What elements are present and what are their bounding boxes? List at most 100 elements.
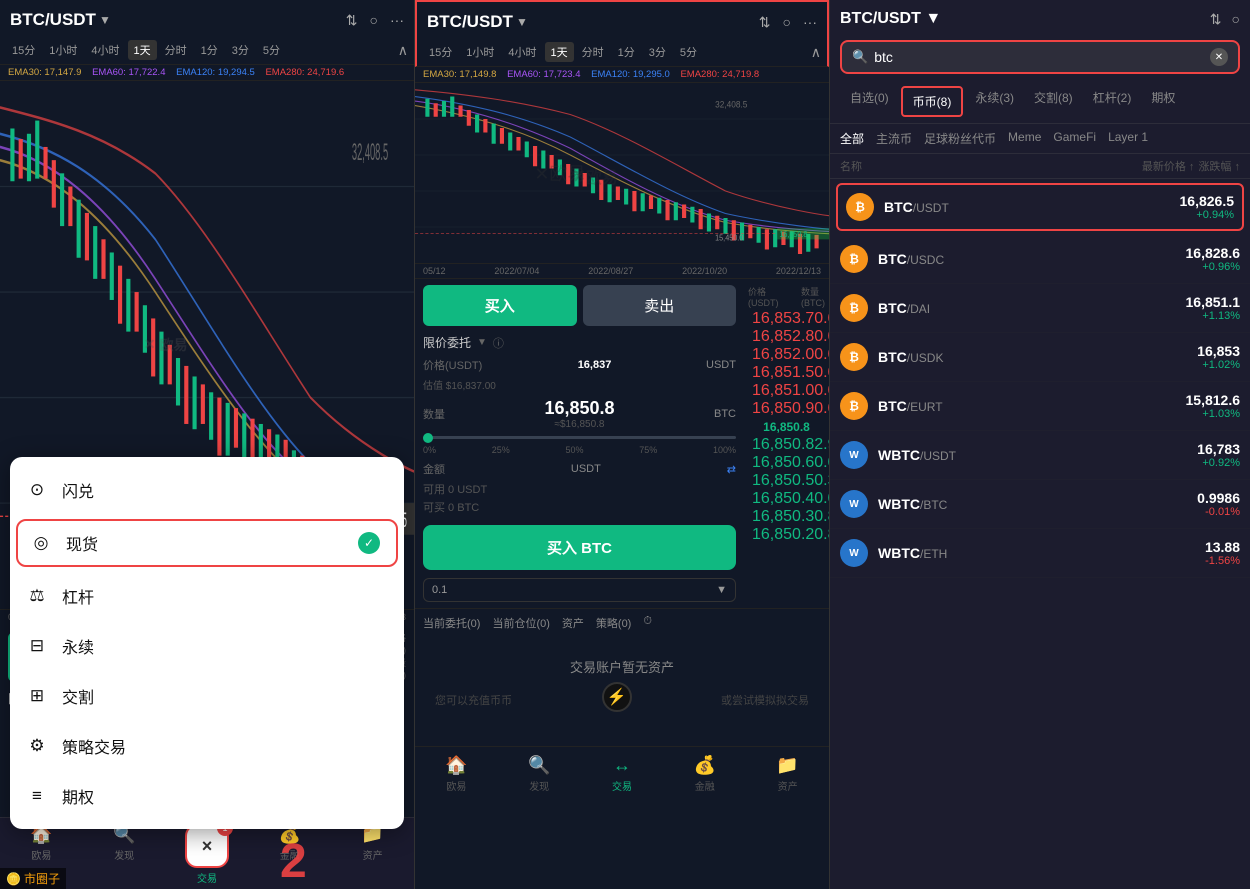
nav-trade-1[interactable]: × 1 交易 [166,824,249,885]
pair-title-1[interactable]: BTC/USDT ▼ [10,10,111,30]
nav-finance-label-1: 金融 [280,847,300,862]
asset-row-btc-eurt[interactable]: ₿ BTC/EURT 15,812.6 +1.03% [830,382,1250,431]
search-clear-btn[interactable]: ✕ [1210,48,1228,66]
p2-nav-discover[interactable]: 🔍 发现 [498,755,581,793]
sub-cat-all[interactable]: 全部 [840,130,864,147]
tf-more[interactable]: ∧ [398,42,408,59]
asset-row-btc-usdc[interactable]: ₿ BTC/USDC 16,828.6 +0.96% [830,235,1250,284]
header-1: BTC/USDT ▼ ⇅ ○ ··· [0,0,414,36]
tf-1m-2[interactable]: 1分 [612,42,641,62]
tf-1h[interactable]: 1小时 [43,40,83,60]
dropdown-flash[interactable]: ⊙ 闪兑 [10,465,404,515]
tab-timer-icon[interactable]: ⏱ [643,615,652,631]
p2-assets-label: 资产 [778,778,798,793]
lot-selector[interactable]: 0.1 ▼ [423,578,736,602]
p3-transfer-icon[interactable]: ⇅ [1210,11,1222,28]
sell-btn-2[interactable]: 卖出 [583,285,737,326]
dropdown-margin[interactable]: ⚖ 杠杆 [10,571,404,621]
exchange-button[interactable]: × 1 [185,824,229,868]
btc-usdt-change: +0.94% [1180,209,1235,221]
nav-finance-1[interactable]: 💰 金融 [248,824,331,885]
qty-field-2: 数量 16,850.8 ≈$16,850.8 BTC [423,398,736,430]
tf-15m[interactable]: 15分 [6,40,41,60]
tf-4h[interactable]: 4小时 [85,40,125,60]
asset-row-btc-usdk[interactable]: ₿ BTC/USDK 16,853 +1.02% [830,333,1250,382]
tab-assets[interactable]: 资产 [562,615,584,631]
dropdown-options[interactable]: ≡ 期权 [10,771,404,821]
more-icon-1[interactable]: ··· [390,12,404,28]
dropdown-spot[interactable]: ◎ 现货 ✓ [16,519,398,567]
asset-row-wbtc-usdt[interactable]: W WBTC/USDT 16,783 +0.92% [830,431,1250,480]
p2-nav-home[interactable]: 🏠 欧易 [415,755,498,793]
sub-cat-layer1[interactable]: Layer 1 [1108,130,1148,147]
cat-tab-options[interactable]: 期权 [1141,84,1185,119]
shiquan-logo: 🪙 市圈子 [0,868,66,889]
sub-cat-meme[interactable]: Meme [1008,130,1041,147]
p2-nav-trade[interactable]: ↔ 交易 [581,755,664,793]
nav-assets-1[interactable]: 📁 资产 [331,824,414,885]
asset-row-btc-dai[interactable]: ₿ BTC/DAI 16,851.1 +1.13% [830,284,1250,333]
sub-cat-football[interactable]: 足球粉丝代币 [924,130,996,147]
more-icon-2[interactable]: ··· [803,14,817,30]
btc-dai-change: +1.13% [1186,310,1241,322]
cat-tab-margin[interactable]: 杠杆(2) [1083,84,1142,119]
close-icon-1: × [202,836,213,857]
pair-title-2[interactable]: BTC/USDT ▼ [427,12,528,32]
mid-price-2: 16,850.8 [748,418,825,436]
dropdown-perpetual[interactable]: ⊟ 永续 [10,621,404,671]
swap-icon[interactable]: ⚡ [602,682,632,712]
circle-icon-1[interactable]: ○ [370,12,378,28]
tf-3m[interactable]: 3分 [226,40,255,60]
order-type-arrow-2: ▼ [477,337,487,348]
svg-text:15,450.0: 15,450.0 [715,233,743,242]
dropdown-strategy[interactable]: ⚙ 策略交易 [10,721,404,771]
btc-base: BTC [884,199,913,215]
asset-row-wbtc-eth[interactable]: W WBTC/ETH 13.88 -1.56% [830,529,1250,578]
cat-tab-delivery[interactable]: 交割(8) [1024,84,1083,119]
tf-15m-2[interactable]: 15分 [423,42,458,62]
tf-5m[interactable]: 5分 [257,40,286,60]
nav-home-label-1: 欧易 [31,847,51,862]
p2-nav-assets[interactable]: 📁 资产 [746,755,829,793]
cat-tab-watchlist[interactable]: 自选(0) [840,84,899,119]
order-type-label-2[interactable]: 限价委托 [423,334,471,351]
tf-ft-2[interactable]: 分时 [576,42,610,62]
tab-current-positions[interactable]: 当前仓位(0) [492,615,549,631]
search-input[interactable] [874,49,1204,65]
tf-1d-2[interactable]: 1天 [545,42,574,62]
tf-5m-2[interactable]: 5分 [674,42,703,62]
p3-pair-title[interactable]: BTC/USDT ▼ [840,10,941,28]
tab-current-orders[interactable]: 当前委托(0) [423,615,480,631]
dropdown-delivery[interactable]: ⊞ 交割 [10,671,404,721]
tf-1d[interactable]: 1天 [128,40,157,60]
sub-cat-gamefi[interactable]: GameFi [1053,130,1096,147]
tf-3m-2[interactable]: 3分 [643,42,672,62]
tf-1m[interactable]: 1分 [195,40,224,60]
tab-strategy[interactable]: 策略(0) [596,615,631,631]
ask-row-2: 16,851.00.005 [748,382,825,400]
ema60-2: EMA60: 17,723.4 [507,69,580,80]
p2-nav-finance[interactable]: 💰 金融 [663,755,746,793]
transfer-icon-2[interactable]: ⇅ [759,14,771,31]
asset-row-wbtc-btc[interactable]: W WBTC/BTC 0.9986 -0.01% [830,480,1250,529]
sub-cat-mainstream[interactable]: 主流币 [876,130,912,147]
btc-usdc-icon: ₿ [840,245,868,273]
asset-row-btc-usdt[interactable]: ₿ BTC/USDT 16,826.5 +0.94% [836,183,1244,231]
p3-circle-icon[interactable]: ○ [1232,11,1240,27]
spot-check-icon: ✓ [358,532,380,554]
strategy-label: 策略交易 [62,734,126,758]
tf-ft[interactable]: 分时 [159,40,193,60]
transfer-icon-1[interactable]: ⇅ [346,12,358,29]
qty-slider[interactable] [423,436,736,439]
tf-more-2[interactable]: ∧ [811,44,821,61]
big-buy-btn[interactable]: 买入 BTC [423,525,736,570]
transfer-icon-2b: ⇄ [727,463,736,476]
search-box[interactable]: 🔍 ✕ [840,40,1240,74]
tf-4h-2[interactable]: 4小时 [502,42,542,62]
nav-discover-1[interactable]: 🔍 发现 [83,824,166,885]
buy-btn-2[interactable]: 买入 [423,285,577,326]
cat-tab-spot[interactable]: 币币(8) [901,86,964,117]
circle-icon-2[interactable]: ○ [783,14,791,30]
cat-tab-perpetual[interactable]: 永续(3) [965,84,1024,119]
tf-1h-2[interactable]: 1小时 [460,42,500,62]
